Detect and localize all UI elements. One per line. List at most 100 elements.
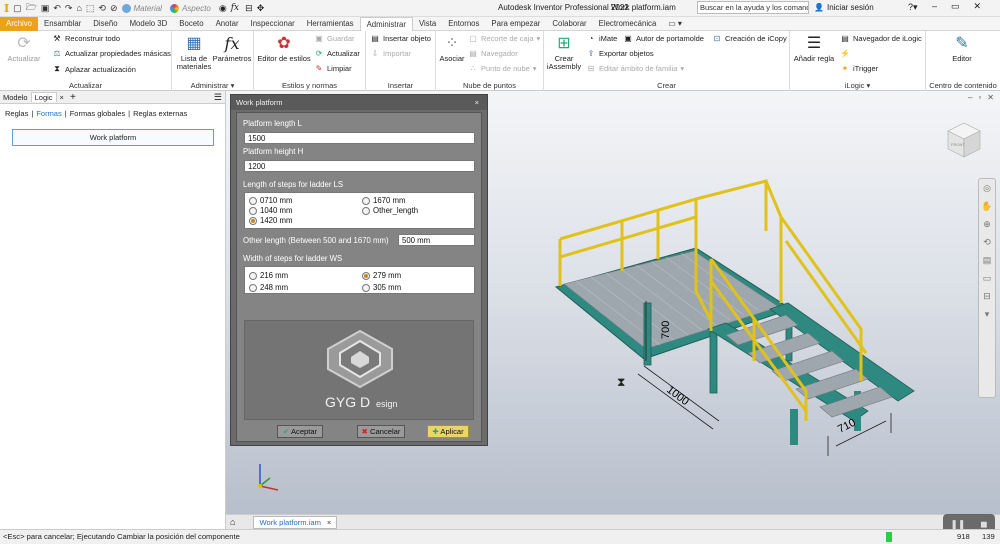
tab-colaborar[interactable]: Colaborar xyxy=(546,17,592,31)
ws-option-216[interactable]: 216 mm xyxy=(249,271,288,280)
dialog-close-button[interactable]: × xyxy=(475,95,479,110)
tab-inspeccionar[interactable]: Inspeccionar xyxy=(245,17,301,31)
aceptar-button[interactable]: ✔ Aceptar xyxy=(277,425,323,438)
aplicar-button[interactable]: ✚ Aplicar xyxy=(427,425,469,438)
tab-boceto[interactable]: Boceto xyxy=(173,17,209,31)
ls-option-0710[interactable]: 0710 mm xyxy=(249,196,293,205)
actualizar-button[interactable]: ⟳ Actualizar xyxy=(4,35,44,63)
pan-icon[interactable]: ✋ xyxy=(979,197,995,215)
fx-icon[interactable]: fx xyxy=(231,3,239,13)
dialog-titlebar[interactable]: Work platform × xyxy=(231,95,487,110)
add-tab-icon[interactable]: + xyxy=(67,92,79,103)
imate-button[interactable]: ◔ iMate xyxy=(586,34,618,43)
limpiar-button[interactable]: ✎ Limpiar xyxy=(314,64,352,73)
tab-diseno[interactable]: Diseño xyxy=(87,17,123,31)
creacion-icopy-button[interactable]: ⊡ Creación de iCopy xyxy=(712,34,787,43)
tab-entornos[interactable]: Entornos xyxy=(442,17,485,31)
ls-option-1040[interactable]: 1040 mm xyxy=(249,206,293,215)
close-tab-icon[interactable]: × xyxy=(57,93,67,102)
itrigger-button[interactable]: ✶ iTrigger xyxy=(840,64,879,73)
punto-nube-button[interactable]: ∴ Punto de nube ▾ xyxy=(468,64,536,73)
doc-tab-work-platform[interactable]: Work platform.iam × xyxy=(253,515,338,529)
tab-logic[interactable]: Logic xyxy=(30,92,57,102)
itrigger-lightning[interactable]: ⚡ xyxy=(840,49,850,58)
save-icon[interactable]: ▣ xyxy=(41,3,50,14)
home-icon[interactable]: ⌂ xyxy=(76,3,81,13)
subtab-reglas[interactable]: Reglas xyxy=(5,109,28,118)
viewcube[interactable]: FRONT xyxy=(942,119,984,161)
material-selector[interactable]: Material xyxy=(118,2,166,14)
group-title[interactable]: Administrar ▾ xyxy=(172,81,253,90)
appearance-selector[interactable]: Aspecto xyxy=(166,2,215,14)
split-view-icon[interactable]: ⊟ xyxy=(245,3,253,14)
panel-menu-icon[interactable]: ☰ xyxy=(211,92,225,103)
close-button[interactable]: ✕ xyxy=(974,1,982,12)
ls-option-1670[interactable]: 1670 mm xyxy=(362,196,406,205)
reconstruir-todo-button[interactable]: ⚒ Reconstruir todo xyxy=(52,34,120,43)
orbit-icon[interactable]: ⟲ xyxy=(979,233,995,251)
zoom-icon[interactable]: ⊕ xyxy=(979,215,995,233)
navegador-ilogic-button[interactable]: ▤ Navegador de iLogic xyxy=(840,34,922,43)
ws-option-305[interactable]: 305 mm xyxy=(362,283,401,292)
steering-wheel-icon[interactable]: ◎ xyxy=(979,179,995,197)
globe-icon[interactable]: ◉ xyxy=(219,3,227,14)
tab-vista[interactable]: Vista xyxy=(413,17,442,31)
actualizar-estilos-button[interactable]: ⟳ Actualizar xyxy=(314,49,360,58)
select-icon[interactable]: ⬚ xyxy=(86,3,95,14)
tab-ensamblar[interactable]: Ensamblar xyxy=(38,17,87,31)
ribbon-options-icon[interactable]: ▭ ▾ xyxy=(662,17,687,31)
editor-estilos-button[interactable]: ✿ Editor de estilos xyxy=(256,35,312,63)
group-title[interactable]: iLogic ▾ xyxy=(790,81,925,90)
importar-button[interactable]: ⇩ Importar xyxy=(370,49,411,58)
tab-anotar[interactable]: Anotar xyxy=(210,17,245,31)
ls-option-1420[interactable]: 1420 mm xyxy=(249,216,293,225)
maximize-button[interactable]: ▭ xyxy=(951,1,960,12)
pause-icon[interactable]: ❚❚ xyxy=(950,519,965,530)
subtab-reglas-externas[interactable]: Reglas externas xyxy=(133,109,187,118)
new-file-icon[interactable]: ▢ xyxy=(13,3,22,14)
ws-option-279[interactable]: 279 mm xyxy=(362,271,401,280)
tab-para-empezar[interactable]: Para empezar xyxy=(485,17,546,31)
undo-icon[interactable]: ↶ xyxy=(53,3,61,14)
tab-archivo[interactable]: Archivo xyxy=(0,16,38,31)
move-icon[interactable]: ✥ xyxy=(257,3,265,14)
anadir-regla-button[interactable]: ☰ Añadir regla xyxy=(792,35,836,63)
parametros-button[interactable]: fx Parámetros xyxy=(212,35,252,63)
measure-icon[interactable]: ⊘ xyxy=(110,3,118,14)
tab-modelo-3d[interactable]: Modelo 3D xyxy=(124,17,174,31)
section-icon[interactable]: ⊟ xyxy=(979,287,995,305)
other-length-input[interactable]: 500 mm xyxy=(398,234,475,246)
subtab-formas-globales[interactable]: Formas globales xyxy=(70,109,125,118)
recorte-caja-button[interactable]: ▢ Recorte de caja ▾ xyxy=(468,34,540,43)
editar-ambito-button[interactable]: ⊟ Editar ámbito de familia ▾ xyxy=(586,64,685,73)
work-platform-form-button[interactable]: Work platform xyxy=(12,129,214,146)
guardar-button[interactable]: ▣ Guardar xyxy=(314,34,354,43)
tab-electromecanica[interactable]: Electromecánica xyxy=(593,17,663,31)
stop-icon[interactable]: ◼ xyxy=(980,519,987,530)
asociar-button[interactable]: ⁘ Asociar xyxy=(438,35,466,63)
editor-contenido-button[interactable]: ✎ Editor xyxy=(942,35,982,63)
aplazar-actualizacion-button[interactable]: ⧗ Aplazar actualización xyxy=(52,64,136,74)
tab-administrar[interactable]: Administrar xyxy=(359,16,413,31)
update-icon[interactable]: ⟲ xyxy=(98,3,106,14)
actualizar-propiedades-button[interactable]: ⚖ Actualizar propiedades másicas xyxy=(52,49,170,58)
open-folder-icon[interactable]: 🗁 xyxy=(26,0,37,16)
doc-tab-close-icon[interactable]: × xyxy=(327,517,331,528)
platform-height-input[interactable]: 1200 xyxy=(244,160,475,172)
crear-iassembly-button[interactable]: ⊞ Crear iAssembly xyxy=(546,35,582,71)
insertar-objeto-button[interactable]: ▤ Insertar objeto xyxy=(370,34,431,43)
help-search-input[interactable]: Buscar en la ayuda y los comandos xyxy=(697,1,809,14)
ls-option-other[interactable]: Other_length xyxy=(362,206,418,215)
home-tab-icon[interactable]: ⌂ xyxy=(230,517,235,527)
subtab-formas[interactable]: Formas xyxy=(36,109,61,118)
help-icon[interactable]: ?▾ xyxy=(908,2,918,13)
tab-herramientas[interactable]: Herramientas xyxy=(301,17,360,31)
cancelar-button[interactable]: ✖ Cancelar xyxy=(357,425,405,438)
lista-materiales-button[interactable]: ▦ Lista de materiales xyxy=(174,35,214,71)
minimize-button[interactable]: – xyxy=(932,1,937,12)
look-at-icon[interactable]: ▤ xyxy=(979,251,995,269)
exportar-objetos-button[interactable]: ⇪ Exportar objetos xyxy=(586,49,654,58)
platform-length-input[interactable]: 1500 xyxy=(244,132,475,144)
autor-portamolde-button[interactable]: ▣ Autor de portamolde xyxy=(623,34,704,43)
ws-option-248[interactable]: 248 mm xyxy=(249,283,288,292)
